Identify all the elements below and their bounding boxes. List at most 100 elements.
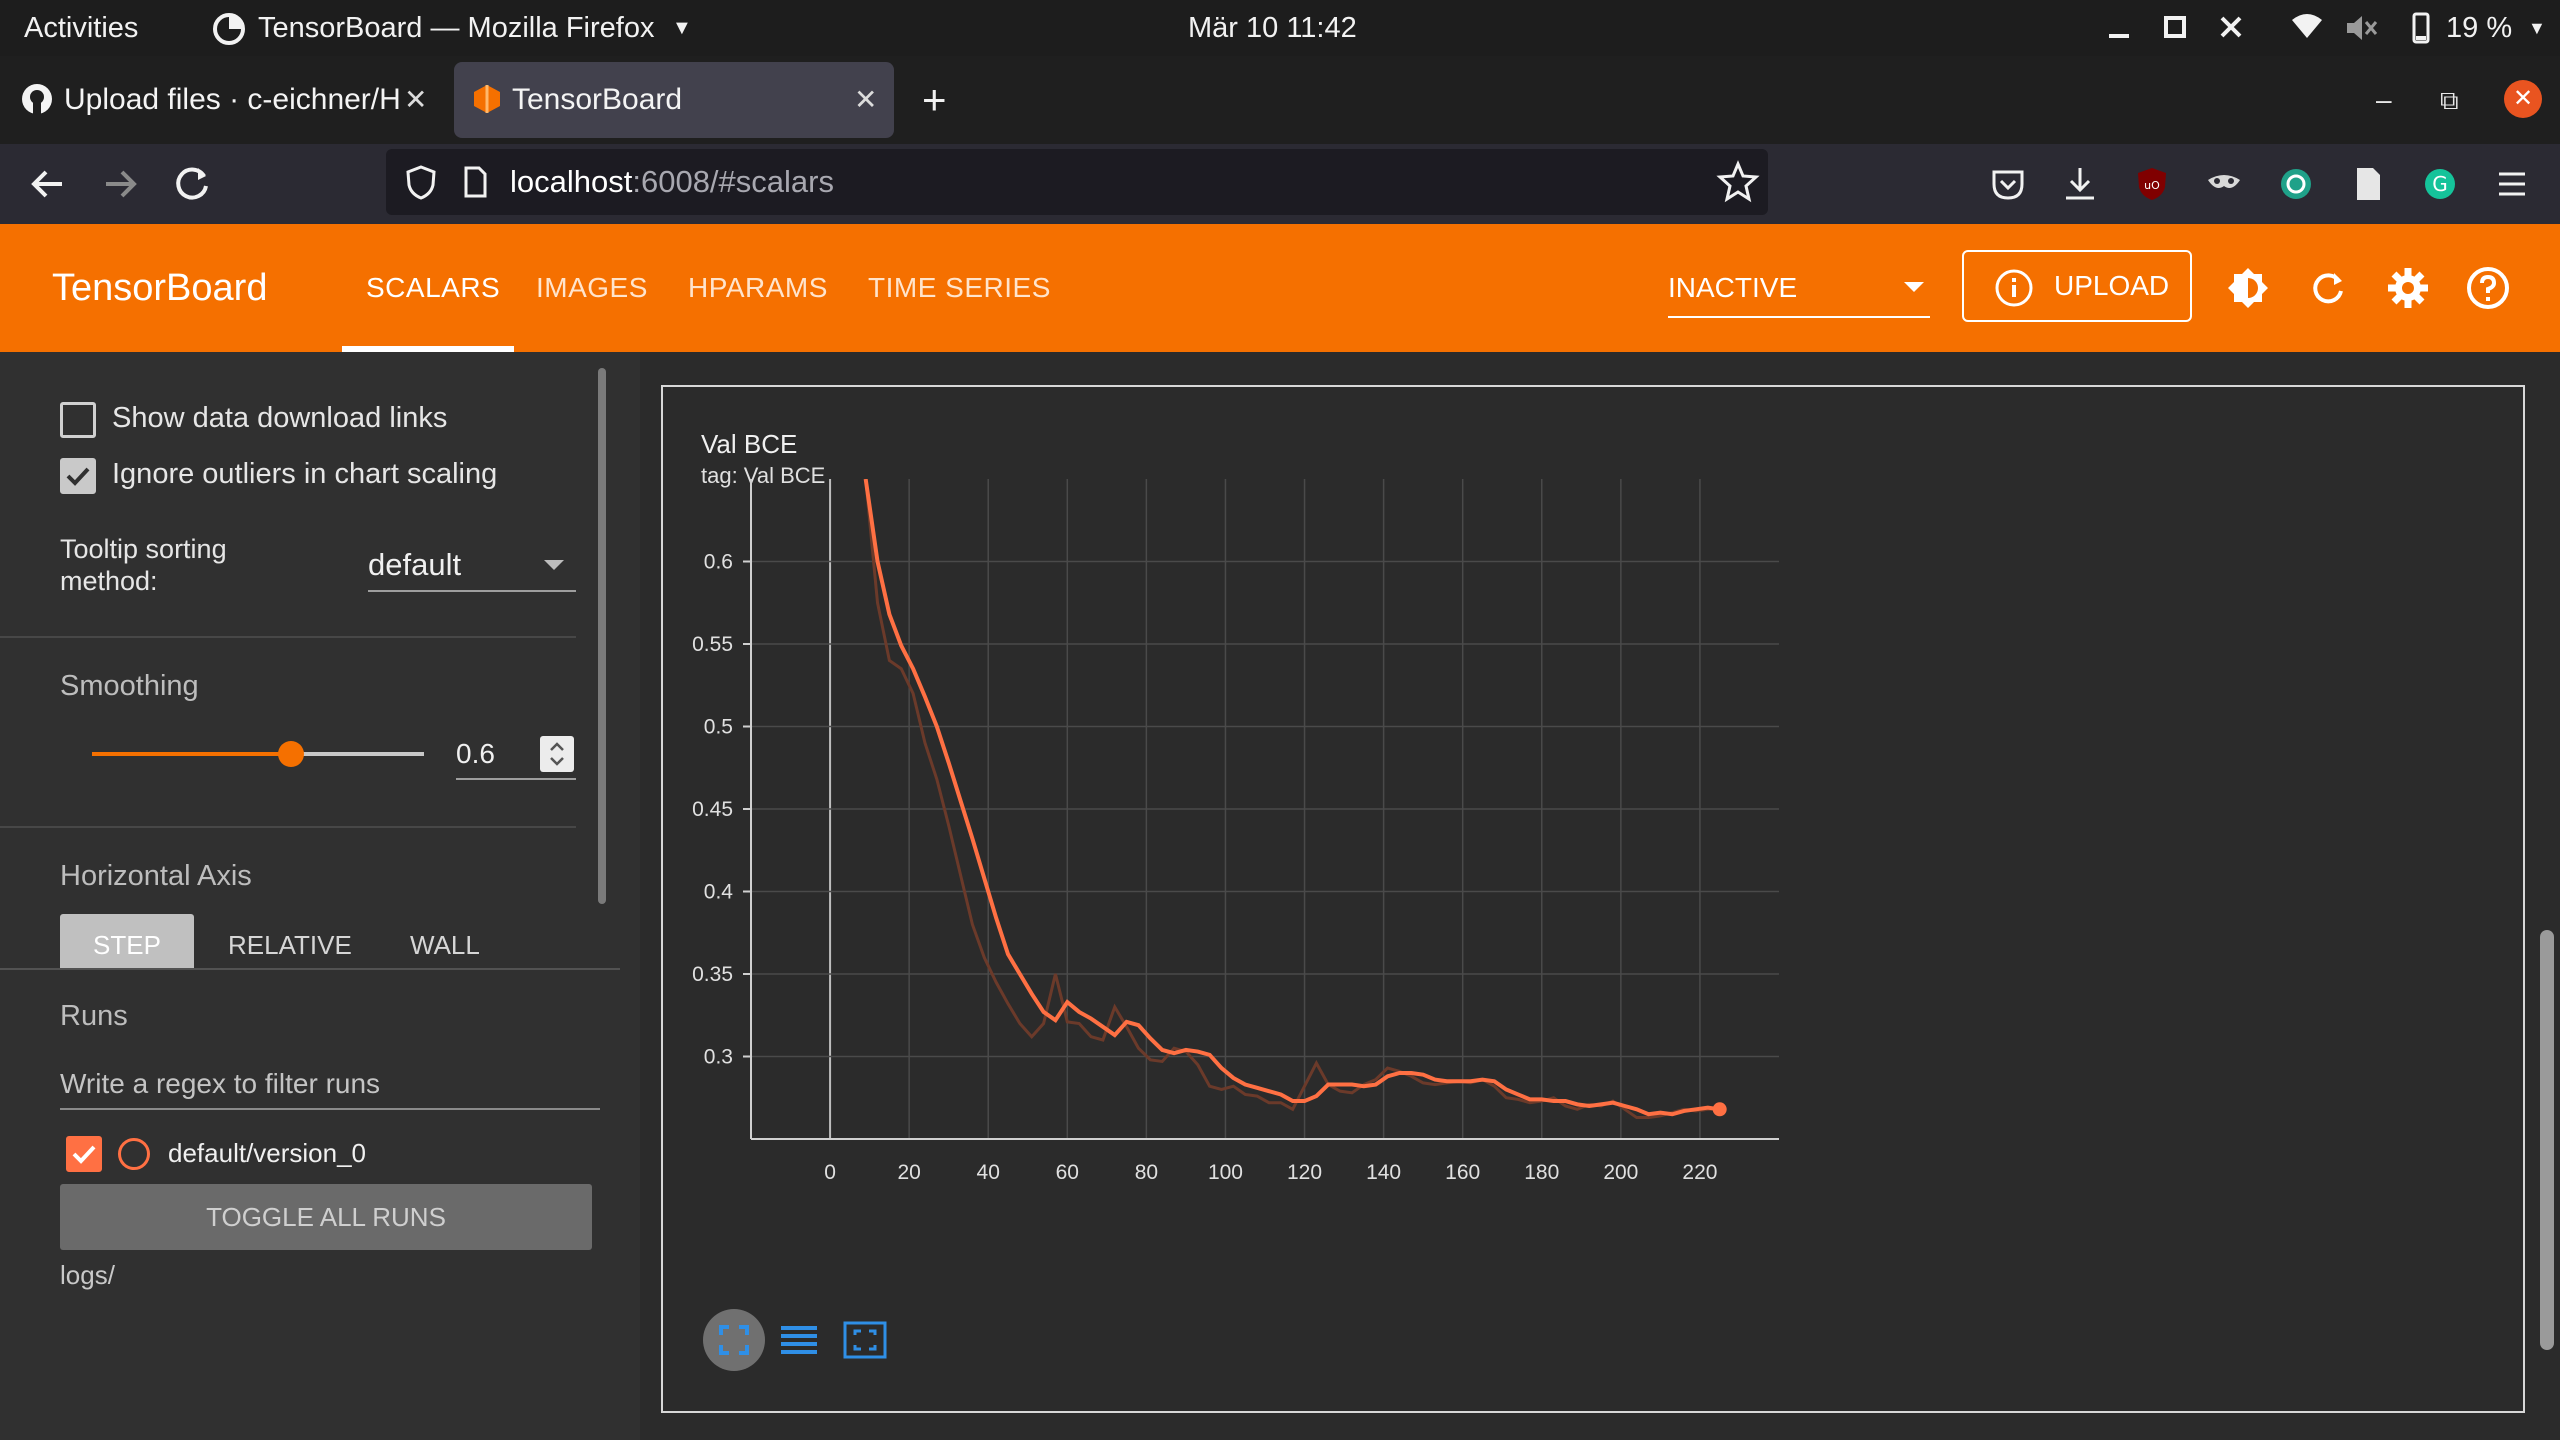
fullscreen-chart-icon[interactable]: [841, 1319, 889, 1363]
forward-arrow-icon[interactable]: [90, 154, 150, 214]
chevron-down-icon: [1904, 282, 1924, 292]
show-download-links-checkbox[interactable]: [60, 402, 96, 438]
back-arrow-icon[interactable]: [18, 154, 78, 214]
checkmark-icon: [72, 1145, 96, 1164]
clock[interactable]: Mär 10 11:42: [1188, 0, 1357, 56]
run-name: default/version_0: [168, 1138, 367, 1168]
tooltip-sorting-select[interactable]: default: [368, 540, 576, 592]
close-icon[interactable]: [2220, 0, 2246, 56]
shield-icon[interactable]: [400, 161, 442, 203]
github-icon: [20, 82, 54, 116]
x-tick-label: 160: [1445, 1161, 1480, 1184]
line-chart[interactable]: 0 20 40 60 80 100 120 140 160 180 200 220 0.3 0.35 0.4…: [663, 387, 2523, 1411]
refresh-icon[interactable]: [2304, 264, 2352, 312]
runs-label: Runs: [60, 1000, 128, 1032]
status-select-value: INACTIVE: [1668, 272, 1798, 303]
sync-extension-icon[interactable]: [2274, 162, 2318, 206]
firefox-app-icon: [212, 0, 252, 56]
battery-icon[interactable]: [2402, 0, 2438, 56]
ignore-outliers-checkbox[interactable]: [60, 458, 96, 494]
app-menu-title[interactable]: TensorBoard — Mozilla Firefox: [258, 0, 654, 56]
tensorboard-brand: TensorBoard: [52, 267, 268, 309]
main-scrollbar[interactable]: [2540, 930, 2554, 1350]
window-close-icon[interactable]: ✕: [2504, 80, 2542, 118]
wifi-icon[interactable]: [2290, 0, 2326, 56]
expand-icon: [719, 1325, 749, 1355]
smoothing-slider-track[interactable]: [92, 741, 424, 767]
help-icon[interactable]: [2464, 264, 2512, 312]
grammarly-icon[interactable]: G: [2418, 162, 2462, 206]
axis-relative-button[interactable]: RELATIVE: [228, 930, 352, 961]
extension-mask-icon[interactable]: [2202, 162, 2246, 206]
volume-muted-icon[interactable]: [2344, 0, 2380, 56]
smoothed-series-line: [863, 479, 1720, 1117]
dark-mode-toggle-icon[interactable]: [2224, 264, 2272, 312]
smoothing-slider-thumb[interactable]: [278, 741, 305, 767]
downloads-icon[interactable]: [2058, 162, 2102, 206]
tooltip-sorting-label: Tooltip sorting: [60, 534, 227, 564]
run-checkbox[interactable]: [66, 1136, 102, 1172]
x-tick-label: 20: [897, 1161, 920, 1184]
sidebar-scrollbar[interactable]: [598, 368, 606, 904]
tab-upload-files[interactable]: Upload files · c-eichner/H ✕: [8, 62, 432, 138]
smoothing-value-input[interactable]: 0.6: [456, 730, 576, 780]
x-tick-label: 60: [1056, 1161, 1079, 1184]
tab-hparams[interactable]: HPARAMS: [688, 224, 828, 352]
tab-close-icon[interactable]: ✕: [404, 62, 427, 138]
tensorboard-favicon-icon: [470, 82, 504, 116]
window-minimize-icon[interactable]: –: [2376, 56, 2392, 144]
runs-filter-placeholder: Write a regex to filter runs: [60, 1068, 381, 1099]
upload-button[interactable]: UPLOAD: [1962, 250, 2192, 322]
battery-percent: 19 %: [2446, 12, 2513, 44]
y-tick-label: 0.5: [704, 716, 733, 739]
number-stepper-icon[interactable]: [540, 736, 574, 772]
maximize-icon[interactable]: [2164, 0, 2190, 56]
x-tick-label: 80: [1135, 1161, 1158, 1184]
minimize-icon[interactable]: [2108, 0, 2134, 56]
tab-tensorboard[interactable]: TensorBoard ✕: [454, 62, 894, 138]
reload-icon[interactable]: [162, 154, 222, 214]
page-info-icon[interactable]: [454, 161, 496, 203]
runs-filter-input[interactable]: Write a regex to filter runs: [60, 1054, 600, 1110]
window-restore-icon[interactable]: ⧉: [2440, 56, 2459, 144]
x-tick-label: 120: [1287, 1161, 1322, 1184]
toggle-all-runs-button[interactable]: TOGGLE ALL RUNS: [60, 1184, 592, 1250]
document-extension-icon[interactable]: [2346, 162, 2390, 206]
tab-scalars[interactable]: SCALARS: [366, 224, 500, 352]
os-top-bar: Activities TensorBoard — Mozilla Firefox…: [0, 0, 2560, 56]
tab-time-series[interactable]: TIME SERIES: [868, 224, 1051, 352]
chevron-down-icon[interactable]: ▼: [672, 0, 696, 56]
browser-tab-strip: Upload files · c-eichner/H ✕ TensorBoard…: [0, 56, 2560, 144]
toggle-all-runs-label: TOGGLE ALL RUNS: [206, 1202, 446, 1232]
x-tick-label: 140: [1366, 1161, 1401, 1184]
info-icon: [1994, 268, 2034, 308]
hamburger-menu-icon[interactable]: [2490, 162, 2534, 206]
tooltip-sorting-label-2: method:: [60, 566, 158, 596]
bookmark-star-icon[interactable]: [1716, 159, 1760, 203]
activities-button[interactable]: Activities: [24, 0, 138, 56]
last-point-marker: [1712, 1102, 1727, 1117]
tab-images[interactable]: IMAGES: [536, 224, 648, 352]
new-tab-plus-icon[interactable]: +: [922, 56, 947, 144]
status-select[interactable]: INACTIVE: [1668, 258, 1930, 318]
scalar-chart-card: Val BCE tag: Val BCE 0 20 40 60 80 100 120 140 1…: [661, 385, 2525, 1413]
axis-step-button[interactable]: STEP: [60, 914, 194, 970]
smoothing-slider-fill: [92, 752, 292, 756]
pocket-icon[interactable]: [1986, 162, 2030, 206]
ignore-outliers-label: Ignore outliers in chart scaling: [112, 458, 498, 490]
divider: [0, 968, 620, 970]
x-tick-label: 200: [1603, 1161, 1638, 1184]
ublock-origin-icon[interactable]: uO: [2130, 162, 2174, 206]
system-menu-chevron-icon[interactable]: ▼: [2528, 0, 2548, 56]
toggle-log-scale-icon[interactable]: [777, 1319, 821, 1363]
url-host: localhost: [510, 164, 633, 199]
chevron-down-icon: [544, 560, 564, 570]
tensorboard-header: TensorBoard SCALARS IMAGES HPARAMS TIME …: [0, 224, 2560, 352]
tab-close-icon[interactable]: ✕: [854, 62, 877, 138]
axis-wall-button[interactable]: WALL: [410, 930, 480, 961]
url-bar[interactable]: localhost:6008/#scalars: [386, 149, 1768, 215]
settings-gear-icon[interactable]: [2384, 264, 2432, 312]
fit-domain-button[interactable]: [703, 1309, 765, 1371]
run-color-picker-icon[interactable]: [118, 1138, 150, 1170]
checkmark-icon: [66, 467, 90, 486]
